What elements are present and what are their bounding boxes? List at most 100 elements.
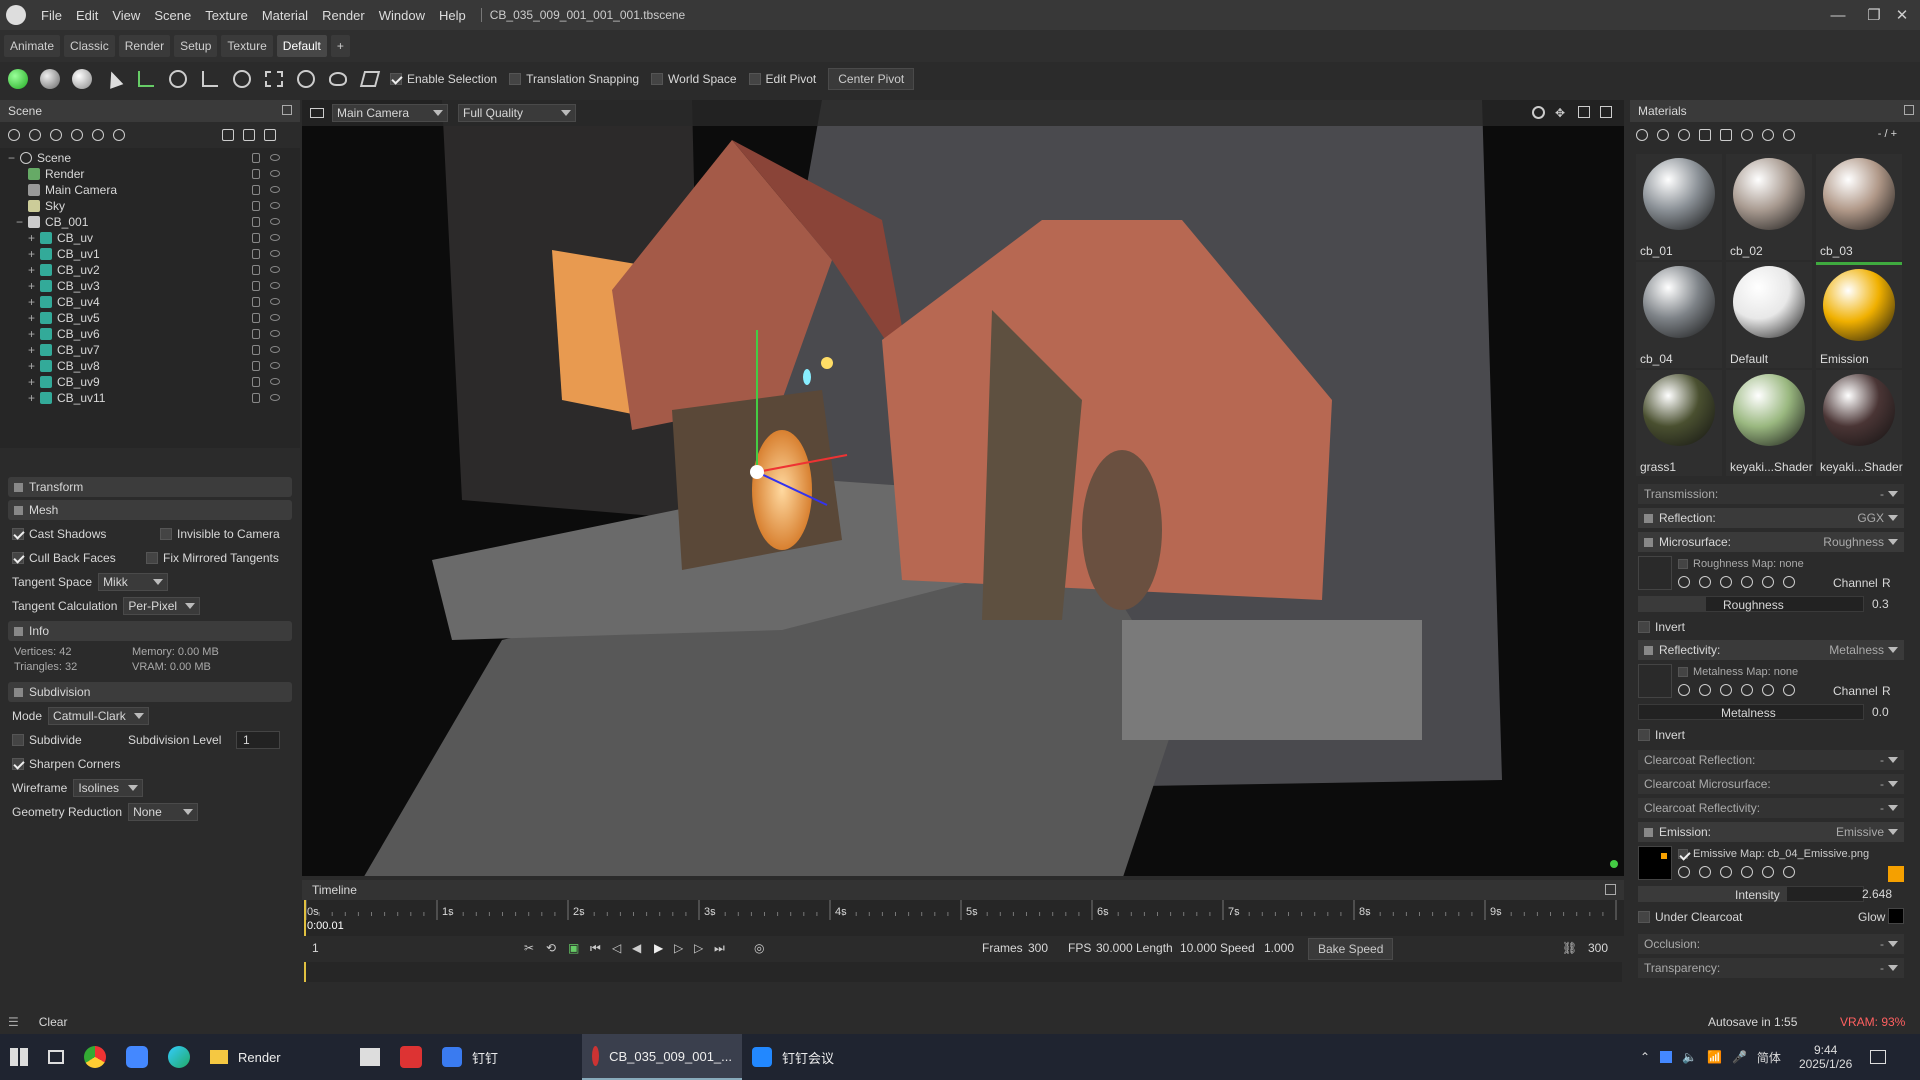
add-light-icon[interactable] bbox=[29, 129, 41, 141]
tree-item-mesh[interactable]: + CB_uv bbox=[0, 230, 290, 246]
lit-sphere-icon[interactable] bbox=[70, 67, 94, 91]
tree-item-mesh[interactable]: + CB_uv8 bbox=[0, 358, 290, 374]
eye-icon[interactable] bbox=[270, 202, 280, 209]
step-forward-icon[interactable]: ▷ bbox=[674, 941, 683, 955]
map-paint-icon[interactable] bbox=[1720, 684, 1732, 696]
merge-material-icon[interactable] bbox=[1678, 129, 1690, 141]
menu-help[interactable]: Help bbox=[432, 8, 473, 23]
metalness-input[interactable]: 0.0 bbox=[1872, 705, 1889, 719]
notification-icon[interactable] bbox=[1870, 1050, 1887, 1064]
tab-default[interactable]: Default bbox=[276, 35, 327, 57]
under-clearcoat-checkbox[interactable] bbox=[1638, 911, 1650, 923]
play-reverse-icon[interactable]: ◀ bbox=[632, 941, 641, 955]
move-tool-icon[interactable] bbox=[134, 67, 158, 91]
material-thumb[interactable]: cb_02 bbox=[1726, 154, 1812, 260]
eye-icon[interactable] bbox=[270, 282, 280, 289]
metalness-map-slot[interactable] bbox=[1638, 664, 1672, 698]
popout-icon[interactable] bbox=[1605, 884, 1616, 895]
tree-item-mesh[interactable]: + CB_uv3 bbox=[0, 278, 290, 294]
lock-icon[interactable] bbox=[252, 249, 260, 259]
map-clear-icon[interactable] bbox=[1783, 684, 1795, 696]
popout-icon[interactable] bbox=[282, 105, 292, 115]
eye-icon[interactable] bbox=[270, 154, 280, 161]
lock-icon[interactable] bbox=[252, 361, 260, 371]
material-thumb[interactable]: keyaki...Shader bbox=[1816, 370, 1903, 476]
minimize-icon[interactable]: — bbox=[1820, 0, 1856, 30]
eye-icon[interactable] bbox=[270, 218, 280, 225]
tray-app-icon[interactable] bbox=[1660, 1051, 1673, 1063]
transform-section[interactable]: Transform bbox=[8, 477, 292, 497]
lasso-select-icon[interactable] bbox=[326, 67, 350, 91]
eye-icon[interactable] bbox=[270, 394, 280, 401]
map-refresh-icon[interactable] bbox=[1762, 576, 1774, 588]
camera-select[interactable]: Main Camera bbox=[332, 104, 448, 122]
lock-icon[interactable] bbox=[252, 281, 260, 291]
add-material-icon[interactable] bbox=[1636, 129, 1648, 141]
lock-icon[interactable] bbox=[252, 265, 260, 275]
wireframe-select[interactable]: Isolines bbox=[73, 779, 144, 797]
playhead[interactable] bbox=[304, 900, 306, 936]
gizmo-center[interactable] bbox=[750, 465, 764, 479]
popout-icon[interactable] bbox=[1904, 105, 1914, 115]
zoom-counter[interactable]: - / + bbox=[1878, 128, 1897, 140]
microsurface-section[interactable]: Microsurface: Roughness bbox=[1638, 532, 1904, 552]
pick-material-icon[interactable] bbox=[1741, 129, 1753, 141]
reflectivity-section[interactable]: Reflectivity: Metalness bbox=[1638, 640, 1904, 660]
expand-icon[interactable]: + bbox=[28, 375, 36, 389]
eye-icon[interactable] bbox=[270, 378, 280, 385]
quality-select[interactable]: Full Quality bbox=[458, 104, 576, 122]
eye-icon[interactable] bbox=[270, 234, 280, 241]
invert-checkbox[interactable] bbox=[1638, 729, 1650, 741]
fps-input[interactable]: 30.000 bbox=[1096, 941, 1133, 955]
tangent-calc-select[interactable]: Per-Pixel bbox=[123, 597, 201, 615]
frame-view-icon[interactable] bbox=[1578, 106, 1590, 118]
shaded-sphere-icon[interactable] bbox=[38, 67, 62, 91]
clearcoat-microsurface-section[interactable]: Clearcoat Microsurface: - bbox=[1638, 774, 1904, 794]
tree-item-scene[interactable]: − Scene bbox=[0, 150, 290, 166]
menu-file[interactable]: File bbox=[34, 8, 69, 23]
eye-icon[interactable] bbox=[270, 362, 280, 369]
expand-icon[interactable]: + bbox=[28, 343, 36, 357]
tree-item-mesh[interactable]: + CB_uv2 bbox=[0, 262, 290, 278]
mode-select[interactable]: Catmull-Clark bbox=[48, 707, 149, 725]
cull-back-faces-checkbox[interactable] bbox=[12, 552, 24, 564]
map-search-icon[interactable] bbox=[1699, 684, 1711, 696]
transform-tool-icon[interactable] bbox=[230, 67, 254, 91]
taskbar-dingtalk[interactable]: 钉钉 bbox=[432, 1034, 582, 1080]
material-settings-icon[interactable] bbox=[1783, 129, 1795, 141]
map-refresh-icon[interactable] bbox=[1762, 866, 1774, 878]
tree-item-mesh[interactable]: + CB_uv5 bbox=[0, 310, 290, 326]
folder-icon[interactable] bbox=[1699, 129, 1711, 141]
world-space-option[interactable]: World Space bbox=[651, 72, 737, 86]
trash-icon[interactable] bbox=[264, 129, 276, 141]
tab-render[interactable]: Render bbox=[118, 35, 171, 57]
menu-material[interactable]: Material bbox=[255, 8, 315, 23]
map-settings-icon[interactable] bbox=[1678, 576, 1690, 588]
subdivision-level-input[interactable]: 1 bbox=[236, 731, 280, 749]
clear-log-button[interactable]: Clear bbox=[39, 1015, 68, 1029]
play-icon[interactable]: ▶ bbox=[654, 941, 663, 955]
clock[interactable]: 9:44 2025/1/26 bbox=[1799, 1043, 1852, 1071]
map-settings-icon[interactable] bbox=[1678, 866, 1690, 878]
app-icon[interactable] bbox=[116, 1034, 158, 1080]
material-thumb[interactable]: cb_01 bbox=[1636, 154, 1722, 260]
edit-pivot-option[interactable]: Edit Pivot bbox=[748, 72, 816, 86]
add-sky-icon[interactable] bbox=[71, 129, 83, 141]
record-icon[interactable]: ▣ bbox=[568, 941, 579, 955]
eye-icon[interactable] bbox=[270, 346, 280, 353]
expand-icon[interactable]: + bbox=[28, 231, 36, 245]
map-paint-icon[interactable] bbox=[1720, 866, 1732, 878]
ime-indicator[interactable]: 简体 bbox=[1757, 1049, 1781, 1066]
info-section[interactable]: Info bbox=[8, 621, 292, 641]
glow-color-swatch[interactable] bbox=[1888, 908, 1904, 924]
expand-icon[interactable]: + bbox=[28, 247, 36, 261]
collapse-icon[interactable]: − bbox=[8, 151, 16, 165]
camera-icon[interactable] bbox=[310, 108, 324, 118]
lock-icon[interactable] bbox=[252, 217, 260, 227]
emissive-map-checkbox[interactable] bbox=[1678, 849, 1688, 859]
scissors-icon[interactable]: ✂ bbox=[524, 941, 534, 955]
loop-icon[interactable]: ⟲ bbox=[546, 941, 556, 955]
skip-end-icon[interactable]: ⏭ bbox=[714, 941, 725, 956]
link-icon[interactable]: ⛓ bbox=[1562, 941, 1577, 955]
roughness-map-checkbox[interactable] bbox=[1678, 559, 1688, 569]
